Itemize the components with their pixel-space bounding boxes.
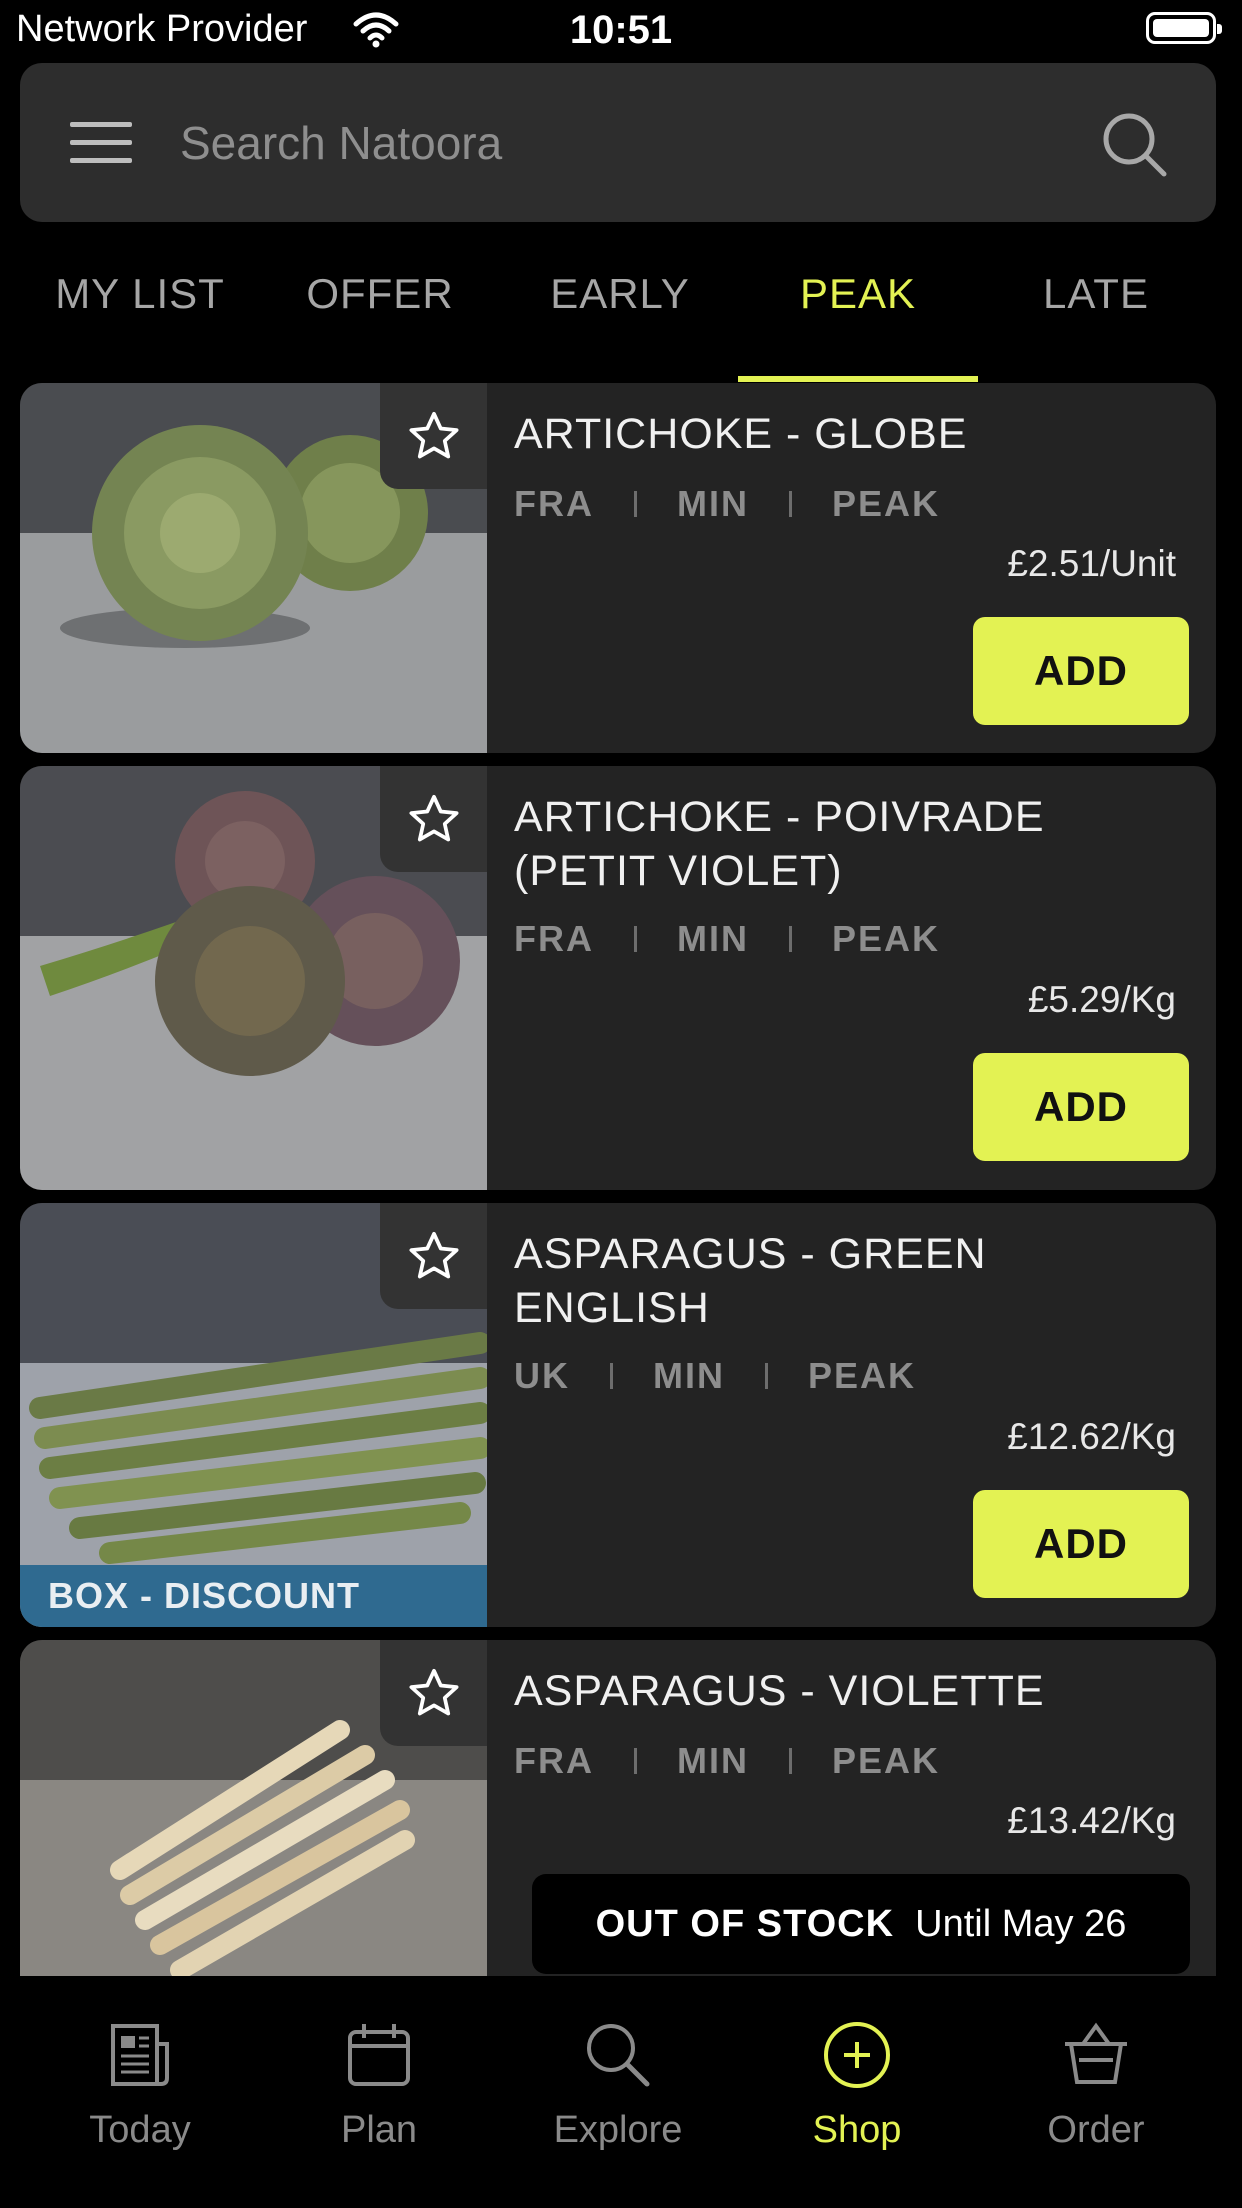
product-price: £5.29/Kg [1027, 979, 1176, 1020]
nav-shop[interactable]: Shop [757, 2020, 957, 2152]
origin: FRA [514, 483, 594, 524]
out-of-stock-banner: OUT OF STOCK Until May 26 [532, 1874, 1190, 1974]
favorite-button[interactable] [380, 383, 487, 489]
product-meta: FRA MIN PEAK [514, 1740, 940, 1782]
nav-label: Shop [812, 2109, 902, 2151]
nav-label: Explore [553, 2109, 683, 2151]
active-tab-indicator [738, 376, 978, 382]
clock: 10:51 [569, 8, 673, 52]
add-button[interactable]: ADD [973, 617, 1189, 725]
product-price: £12.62/Kg [1007, 1416, 1176, 1457]
product-meta: FRA MIN PEAK [514, 483, 940, 525]
discount-badge: BOX - DISCOUNT [20, 1565, 487, 1627]
origin: UK [514, 1355, 570, 1396]
min-label: MIN [677, 483, 749, 524]
product-meta: FRA MIN PEAK [514, 918, 940, 960]
nav-label: Today [89, 2109, 191, 2151]
tab-offer[interactable]: OFFER [260, 270, 500, 340]
product-title: ARTICHOKE - GLOBE [514, 410, 968, 458]
add-button[interactable]: ADD [973, 1053, 1189, 1161]
product-meta: UK MIN PEAK [514, 1355, 916, 1397]
season: PEAK [832, 483, 941, 524]
min-label: MIN [653, 1355, 725, 1396]
favorite-button[interactable] [380, 1640, 487, 1746]
plus-circle-icon [824, 2022, 890, 2088]
calendar-icon [348, 2024, 410, 2086]
product-title: ARTICHOKE - POIVRADE (PETIT VIOLET) [514, 793, 1045, 895]
nav-plan[interactable]: Plan [279, 2020, 479, 2152]
newspaper-icon [111, 2024, 169, 2086]
product-price: £13.42/Kg [1007, 1800, 1176, 1841]
season: PEAK [832, 1740, 941, 1781]
nav-explore[interactable]: Explore [518, 2020, 718, 2152]
star-icon [409, 794, 458, 842]
product-card[interactable]: ARTICHOKE - POIVRADE (PETIT VIOLET) FRA … [20, 766, 1216, 1190]
stock-until: Until May 26 [915, 1903, 1127, 1945]
star-icon [409, 1231, 458, 1279]
min-label: MIN [677, 918, 749, 959]
basket-icon [1065, 2022, 1127, 2084]
tab-my-list[interactable]: MY LIST [20, 270, 260, 340]
tab-early[interactable]: EARLY [500, 270, 740, 340]
add-button[interactable]: ADD [973, 1490, 1189, 1598]
stock-status: OUT OF STOCK [595, 1903, 895, 1945]
favorite-button[interactable] [380, 1203, 487, 1309]
origin: FRA [514, 918, 594, 959]
tab-peak[interactable]: PEAK [738, 270, 978, 340]
favorite-button[interactable] [380, 766, 487, 872]
tab-late[interactable]: LATE [976, 270, 1216, 340]
product-title: ASPARAGUS - VIOLETTE [514, 1667, 1045, 1715]
nav-label: Plan [340, 2109, 418, 2151]
nav-order[interactable]: Order [996, 2020, 1196, 2152]
origin: FRA [514, 1740, 594, 1781]
product-card[interactable]: ARTICHOKE - GLOBE FRA MIN PEAK £2.51/Uni… [20, 383, 1216, 753]
min-label: MIN [677, 1740, 749, 1781]
nav-today[interactable]: Today [40, 2020, 240, 2152]
star-icon [409, 1668, 458, 1716]
battery-icon [1146, 12, 1222, 44]
search-input[interactable] [180, 100, 1060, 186]
status-bar: Network Provider 10:51 [0, 0, 1242, 60]
product-price: £2.51/Unit [1007, 543, 1176, 584]
season: PEAK [808, 1355, 917, 1396]
product-title: ASPARAGUS - GREEN ENGLISH [514, 1230, 987, 1332]
product-card[interactable]: BOX - DISCOUNT ASPARAGUS - GREEN ENGLISH… [20, 1203, 1216, 1627]
search-icon[interactable] [1100, 110, 1170, 185]
star-icon [409, 411, 458, 459]
menu-icon[interactable] [70, 122, 132, 164]
nav-label: Order [1047, 2109, 1145, 2151]
search-icon [587, 2024, 650, 2087]
season: PEAK [832, 918, 941, 959]
